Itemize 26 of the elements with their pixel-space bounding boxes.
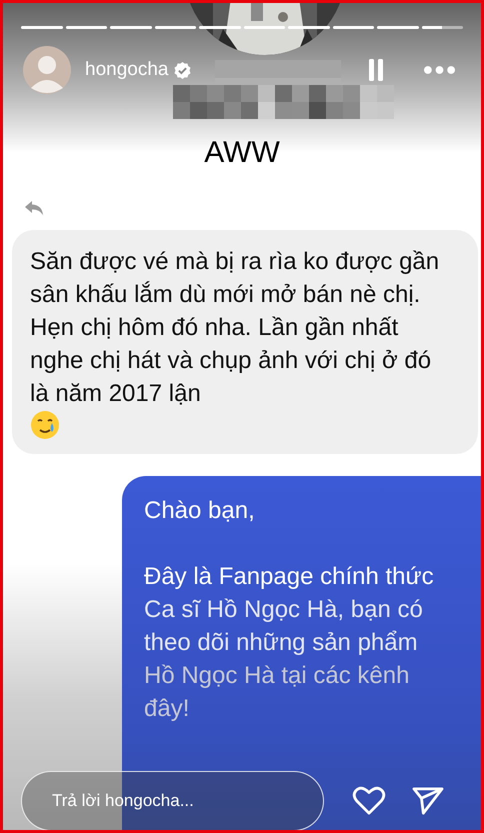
- message-text: Săn được vé mà bị ra rìa ko được gần sân khấu lắm dù mới mở bán nè chị. Hẹn chị hôm đó nha. Lần gần nhất nghe chị hát và chụp ảnh với chị ở đó là năm 2017 lận: [30, 248, 440, 407]
- progress-bar: [21, 26, 62, 29]
- reply-arrow-icon: [24, 200, 44, 216]
- message-text: Ca sĩ Hồ Ngọc Hà, bạn có: [144, 595, 423, 625]
- pause-icon[interactable]: [368, 59, 384, 81]
- progress-bar: [110, 26, 152, 29]
- progress-bar: [288, 26, 330, 29]
- send-icon[interactable]: [412, 787, 444, 815]
- avatar[interactable]: [23, 46, 71, 94]
- message-text: Chào bạn,: [144, 496, 255, 526]
- progress-bar: [66, 26, 107, 29]
- message-text: theo dõi những sản phẩm: [144, 628, 418, 658]
- progress-bar: [244, 26, 285, 29]
- message-text: đây!: [144, 694, 190, 724]
- message-text: Đây là Fanpage chính thức: [144, 562, 434, 592]
- reply-field[interactable]: Trả lời hongocha...: [21, 771, 324, 830]
- message-text: Hồ Ngọc Hà tại các kênh: [144, 661, 410, 691]
- progress-bar: [332, 26, 374, 29]
- progress-bar: [199, 26, 240, 29]
- username[interactable]: hongocha: [85, 59, 168, 81]
- progress-bar: [377, 26, 418, 29]
- more-options-icon[interactable]: [424, 66, 455, 74]
- heart-icon[interactable]: [352, 786, 386, 816]
- progress-bar: [154, 26, 196, 29]
- progress-bar: [422, 26, 463, 29]
- story-title: AWW: [203, 136, 281, 170]
